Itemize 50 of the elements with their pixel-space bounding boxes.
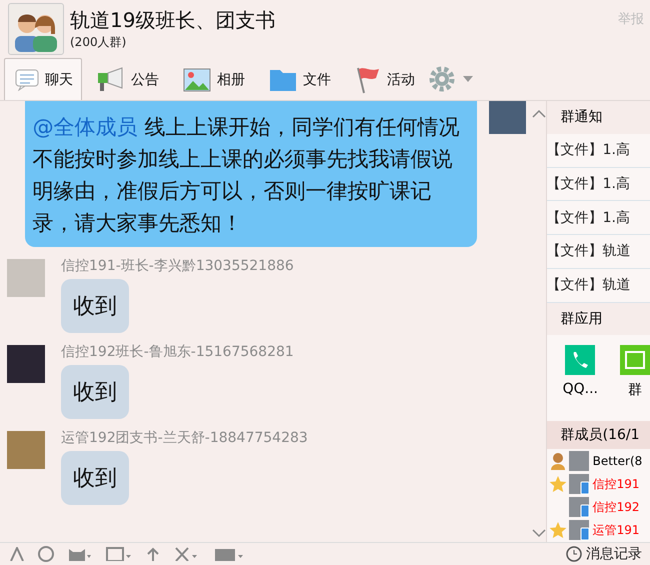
notice-item[interactable]: 【文件】1.高 — [546, 168, 650, 202]
clock-icon — [566, 546, 582, 562]
megaphone-icon — [97, 66, 125, 92]
group-avatar-icon — [8, 3, 64, 55]
member-name[interactable]: 信控191 — [592, 476, 640, 493]
cat-face-icon[interactable] — [68, 547, 92, 561]
caret-icon[interactable] — [462, 75, 474, 83]
history-link[interactable]: 消息记录 — [586, 545, 642, 563]
member-name[interactable]: 信控192 — [592, 498, 640, 516]
scroll-up-icon[interactable] — [532, 109, 546, 119]
message-bubble: 收到 — [61, 279, 129, 333]
message-bubble: 收到 — [61, 365, 129, 419]
group-title: 轨道19级班长、团支书 — [70, 7, 276, 34]
avatar-placeholder — [488, 101, 526, 134]
scroll-down-icon[interactable] — [532, 528, 546, 538]
message-bubble: @全体成员 线上上课开始，同学们有任何情况不能按时参加线上上课的必须事先找我请假说明缘由，准假后方可以，否则一律按旷课记录，请大家事先悉知！ — [24, 101, 477, 247]
calendar-icon[interactable] — [620, 345, 650, 376]
flag-icon — [355, 66, 381, 94]
upload-icon[interactable] — [146, 547, 160, 561]
avatar-placeholder — [7, 431, 45, 469]
image-icon[interactable] — [106, 547, 132, 561]
folder-icon — [269, 68, 297, 92]
phone-icon[interactable] — [565, 345, 596, 376]
section-header: 群应用 — [546, 302, 650, 336]
app-label: QQ... — [562, 381, 598, 398]
member-name[interactable]: 运管191 — [592, 522, 640, 539]
avatar-placeholder — [7, 345, 45, 383]
chat-bubble-icon — [15, 68, 39, 90]
tab[interactable]: 活动 — [344, 58, 424, 100]
section-header: 群成员(16/1 — [546, 420, 650, 450]
app-label: 群 — [628, 381, 642, 400]
notice-item[interactable]: 【文件】1.高 — [546, 201, 650, 236]
tab[interactable]: 相册 — [172, 58, 254, 100]
avatar-placeholder — [7, 259, 45, 297]
star-icon — [548, 521, 567, 540]
sender-name: 运管192团支书-兰天舒-18847754283 — [61, 429, 309, 447]
sender-name: 信控191-班长-李兴黔13035521886 — [61, 257, 295, 275]
notice-item[interactable]: 【文件】1.高 — [546, 134, 650, 168]
photo-icon — [183, 68, 211, 92]
tab[interactable]: 公告 — [86, 58, 168, 100]
notice-item[interactable]: 【文件】轨道 — [546, 235, 650, 269]
section-header: 群通知 — [546, 101, 650, 134]
tab[interactable]: 聊天 — [4, 58, 82, 100]
tab[interactable]: 文件 — [258, 58, 340, 100]
message-bubble: 收到 — [61, 451, 129, 505]
star-icon — [548, 475, 567, 494]
owner-icon — [548, 452, 567, 470]
member-name[interactable]: Better(8 — [592, 454, 642, 468]
member-count: (200人群) — [70, 34, 128, 51]
sender-name: 信控192班长-鲁旭东-15167568281 — [61, 343, 295, 361]
